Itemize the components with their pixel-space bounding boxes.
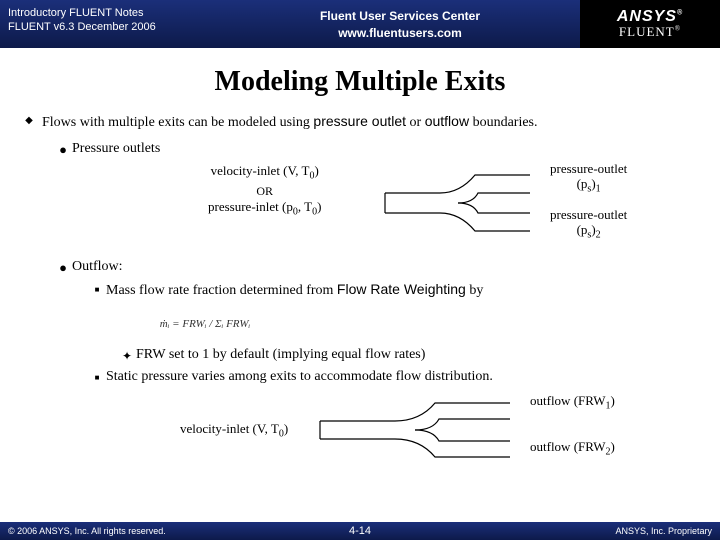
bullet-pressure-outlets: ● Pressure outlets: [54, 141, 696, 159]
d1-outlet2-label: pressure-outlet (ps)2: [550, 207, 627, 242]
frw-default-text: FRW set to 1 by default (implying equal …: [136, 347, 425, 363]
slide-header: Introductory FLUENT Notes FLUENT v6.3 De…: [0, 0, 720, 48]
diagram-pressure-outlet: velocity-inlet (V, T0) OR pressure-inlet…: [80, 161, 696, 251]
static-pressure-text: Static pressure varies among exits to ac…: [106, 369, 493, 385]
bullet-outflow: ● Outflow:: [54, 259, 696, 277]
disc-icon: ●: [54, 259, 72, 277]
footer-copyright: © 2006 ANSYS, Inc. All rights reserved.: [8, 526, 166, 536]
header-left: Introductory FLUENT Notes FLUENT v6.3 De…: [0, 0, 220, 48]
pressure-outlets-label: Pressure outlets: [72, 141, 160, 157]
header-logo: ANSYS® FLUENT®: [580, 0, 720, 48]
fluent-logo-text: FLUENT®: [619, 24, 681, 40]
d2-pipe-icon: [315, 393, 515, 467]
intro-bullet: ◆ Flows with multiple exits can be model…: [20, 112, 696, 133]
square-icon: ■: [88, 369, 106, 387]
d2-outflow1-label: outflow (FRW1): [530, 393, 615, 412]
bullet-mass-flow: ■ Mass flow rate fraction determined fro…: [88, 281, 696, 299]
d1-inlet-labels: velocity-inlet (V, T0) OR pressure-inlet…: [208, 163, 321, 219]
header-version-date: FLUENT v6.3 December 2006: [8, 20, 212, 34]
disc-icon: ●: [54, 141, 72, 159]
header-course-title: Introductory FLUENT Notes: [8, 6, 212, 20]
header-service-center: Fluent User Services Center: [320, 9, 480, 23]
d2-inlet-label: velocity-inlet (V, T0): [180, 421, 288, 440]
diamond-icon: ◆: [20, 112, 38, 130]
intro-text: Flows with multiple exits can be modeled…: [42, 112, 538, 133]
d2-outflow2-label: outflow (FRW2): [530, 439, 615, 458]
bullet-frw-default: ✦ FRW set to 1 by default (implying equa…: [118, 347, 696, 365]
formula: ṁᵢ = FRWᵢ / Σᵢ FRWᵢ: [140, 305, 696, 343]
mass-flow-text: Mass flow rate fraction determined from …: [106, 281, 483, 299]
header-center: Fluent User Services Center www.fluentus…: [220, 0, 580, 48]
slide-title: Modeling Multiple Exits: [0, 66, 720, 98]
diagram-outflow: velocity-inlet (V, T0) outflow (FRW1) ou…: [80, 391, 696, 469]
formula-text: ṁᵢ = FRWᵢ / Σᵢ FRWᵢ: [140, 305, 270, 343]
d1-pipe-icon: [380, 163, 540, 243]
bullet-static-pressure: ■ Static pressure varies among exits to …: [88, 369, 696, 387]
footer-proprietary: ANSYS, Inc. Proprietary: [615, 526, 712, 536]
outflow-label: Outflow:: [72, 259, 123, 275]
dash-icon: ✦: [118, 347, 136, 365]
slide-body: ◆ Flows with multiple exits can be model…: [0, 112, 720, 469]
slide-footer: © 2006 ANSYS, Inc. All rights reserved. …: [0, 522, 720, 540]
square-icon: ■: [88, 281, 106, 299]
header-url: www.fluentusers.com: [338, 26, 462, 40]
footer-page-number: 4-14: [349, 525, 371, 537]
d1-outlet1-label: pressure-outlet (ps)1: [550, 161, 627, 196]
